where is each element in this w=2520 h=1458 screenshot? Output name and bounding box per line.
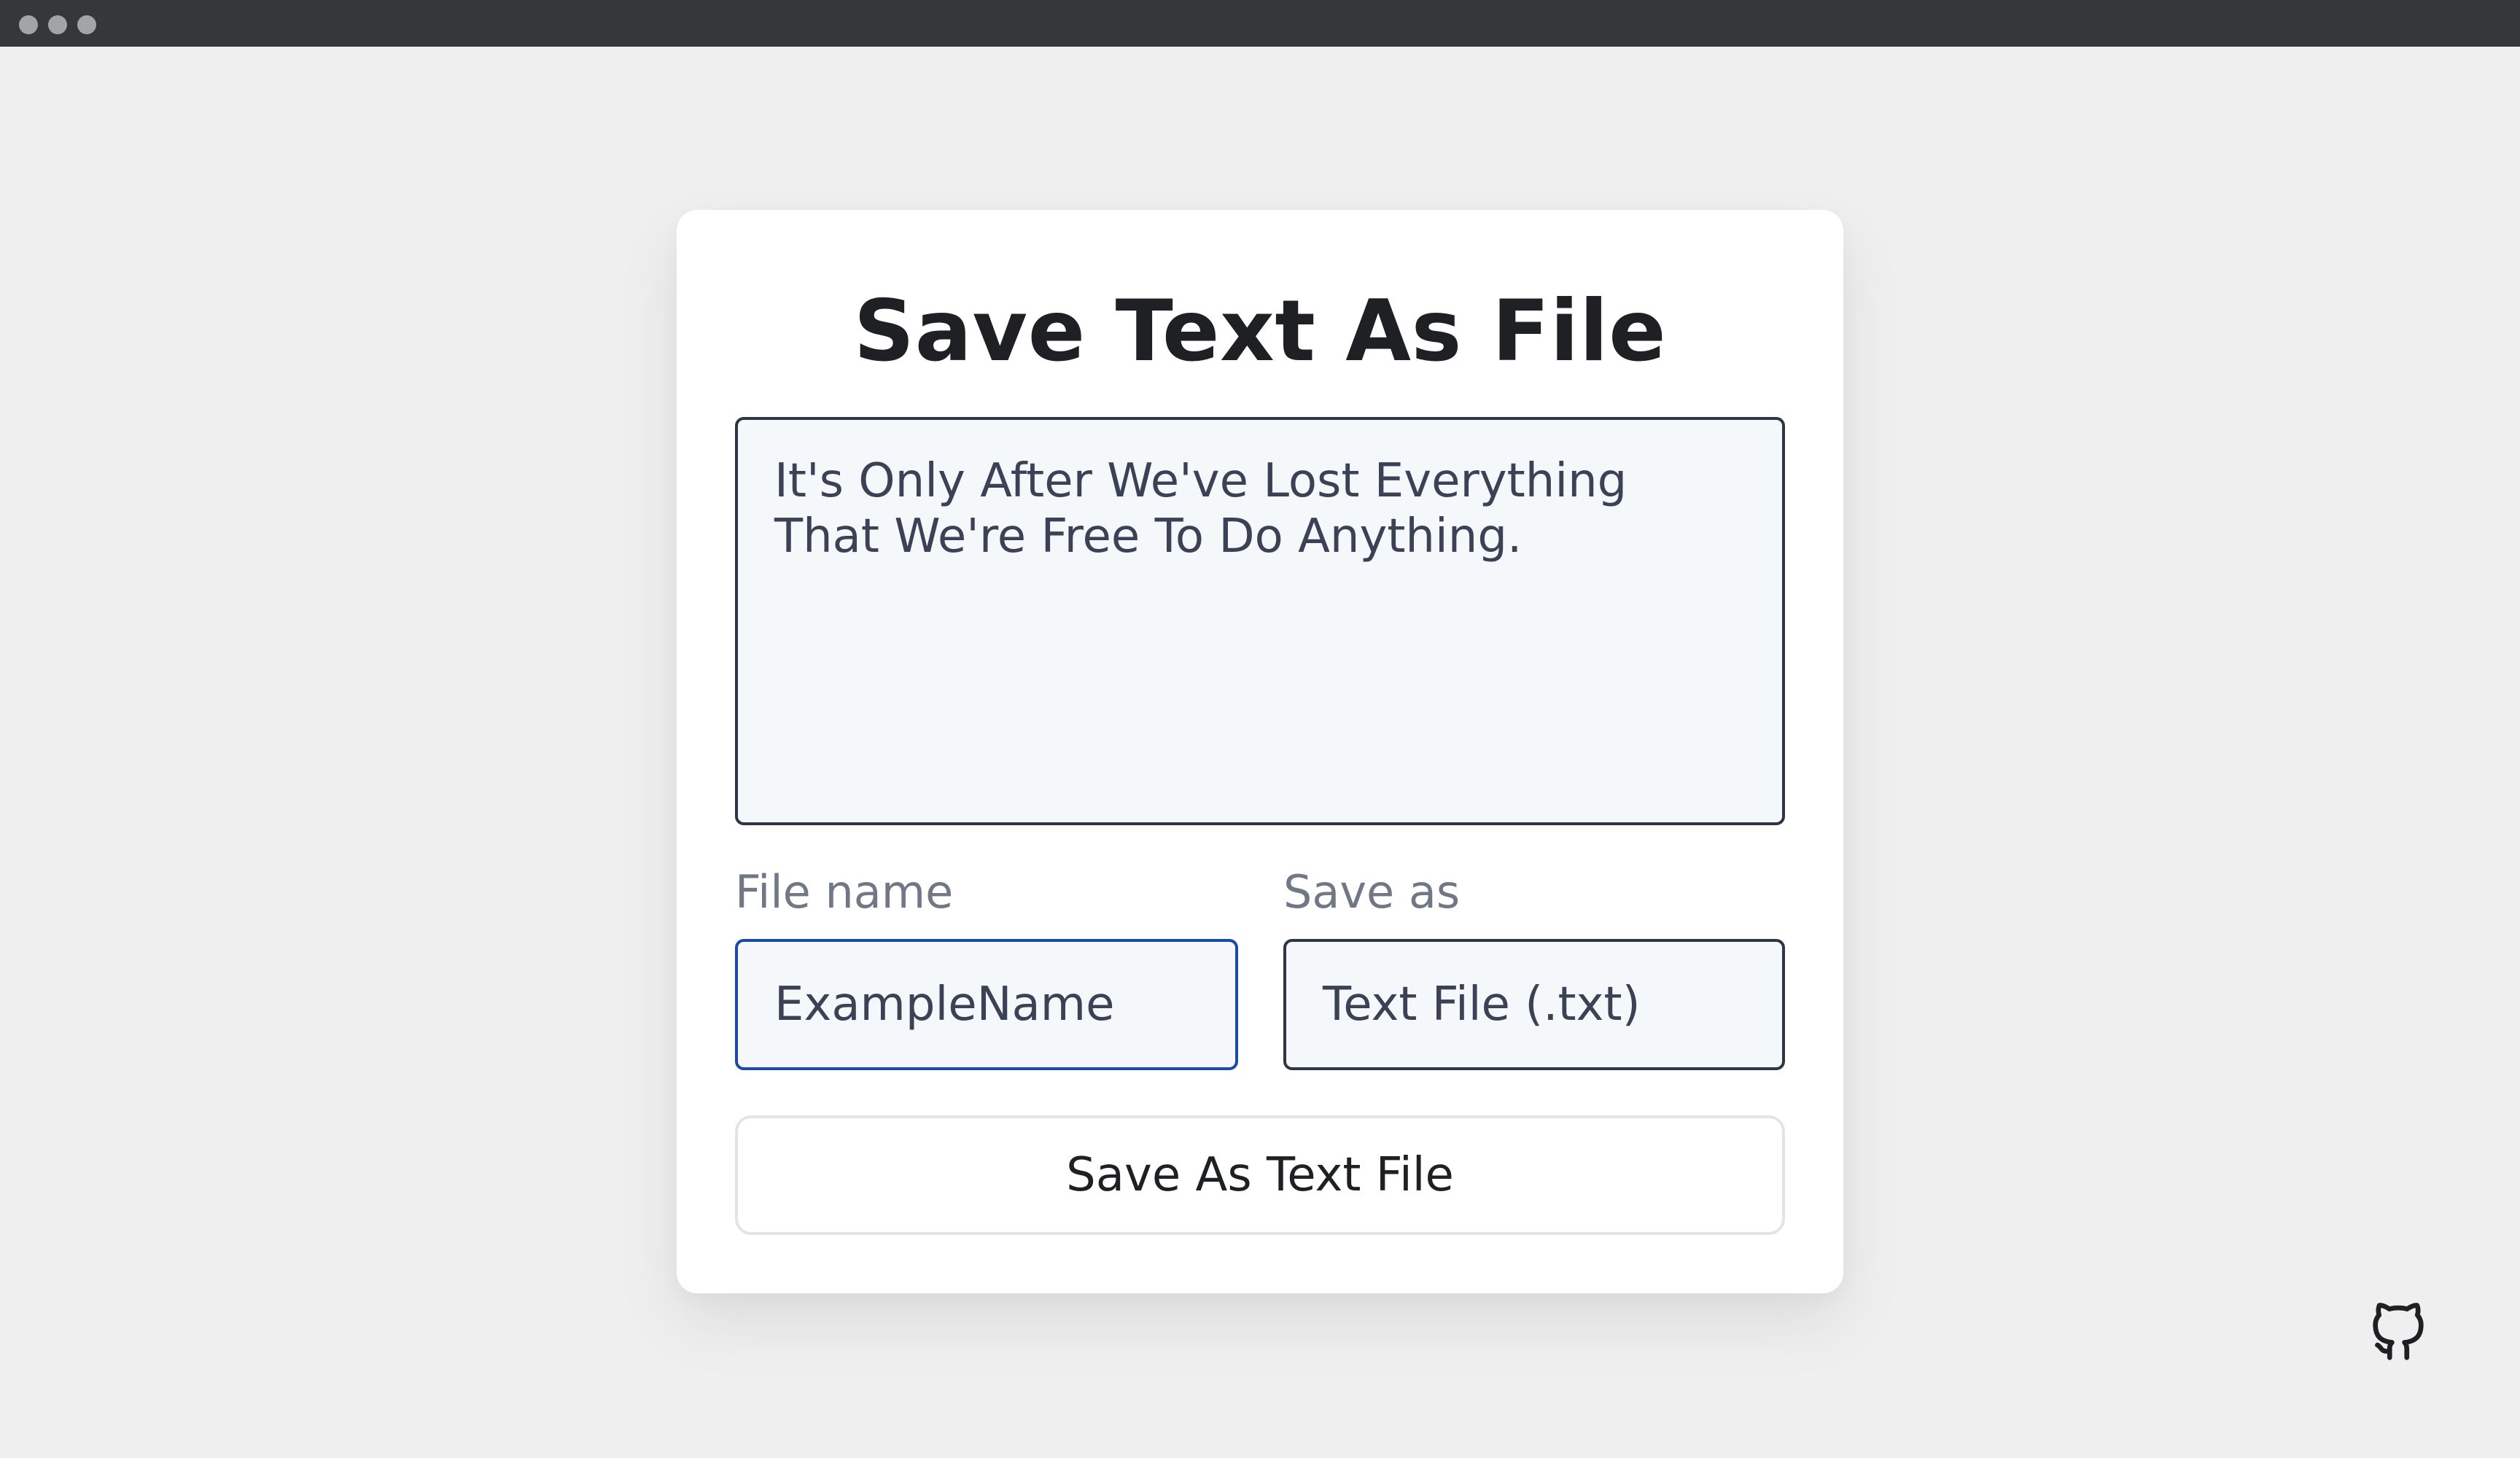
save-as-text-file-button[interactable]: Save As Text File <box>735 1115 1785 1235</box>
github-icon[interactable] <box>2364 1298 2432 1366</box>
save-as-select[interactable]: Text File (.txt) <box>1283 939 1785 1070</box>
window-titlebar <box>0 0 2520 47</box>
window-minimize-dot[interactable] <box>48 15 67 34</box>
text-content-area[interactable]: It's Only After We've Lost Everything Th… <box>735 417 1785 825</box>
window-close-dot[interactable] <box>19 15 38 34</box>
file-name-input[interactable]: ExampleName <box>735 939 1238 1070</box>
page-title: Save Text As File <box>853 282 1667 381</box>
save-as-label: Save as <box>1283 865 1461 919</box>
file-name-label: File name <box>735 865 954 919</box>
save-file-card: Save Text As File It's Only After We've … <box>677 210 1843 1293</box>
window-maximize-dot[interactable] <box>77 15 96 34</box>
